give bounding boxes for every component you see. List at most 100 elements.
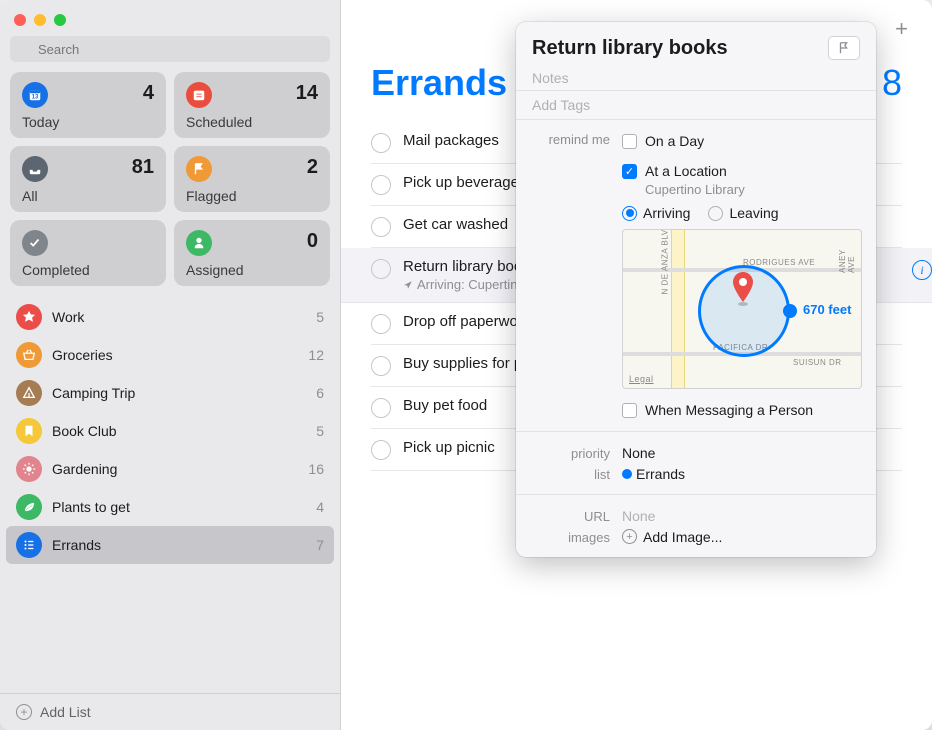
priority-value[interactable]: None [622, 445, 860, 461]
geofence-map[interactable]: N DE ANZA BLVD RODRIGUES AVE PACIFICA DR… [622, 229, 862, 389]
list-label: Camping Trip [52, 385, 306, 401]
url-images-section: URL None images + Add Image... [516, 494, 876, 557]
remind-me-label: remind me [532, 130, 610, 147]
leaving-option[interactable]: Leaving [708, 205, 778, 221]
sun-icon [16, 456, 42, 482]
tent-icon [16, 380, 42, 406]
checkmark-icon [22, 230, 48, 256]
app-window: 13 4 Today 14 Scheduled [0, 0, 932, 730]
list-count: 5 [316, 309, 324, 325]
minimize-button[interactable] [34, 14, 46, 26]
map-pin-icon [731, 272, 755, 308]
complete-toggle[interactable] [371, 133, 391, 153]
smart-assigned[interactable]: 0 Assigned [174, 220, 330, 286]
street-label: SUISUN DR [793, 358, 842, 367]
info-button[interactable]: i [912, 260, 932, 280]
complete-toggle[interactable] [371, 398, 391, 418]
add-image-button[interactable]: + Add Image... [622, 529, 860, 545]
when-messaging-checkbox[interactable] [622, 403, 637, 418]
on-a-day-checkbox[interactable] [622, 134, 637, 149]
bookmark-icon [16, 418, 42, 444]
list-label: Work [52, 309, 306, 325]
remind-me-section: remind me On a Day ✓ At a Location Cuper… [516, 119, 876, 431]
list-count: 4 [316, 499, 324, 515]
smart-scheduled[interactable]: 14 Scheduled [174, 72, 330, 138]
complete-toggle[interactable] [371, 217, 391, 237]
smart-label: All [22, 188, 154, 204]
page-count: 8 [882, 62, 902, 104]
geofence-radius-handle[interactable] [783, 304, 797, 318]
smart-label: Assigned [186, 262, 318, 278]
list-count: 12 [308, 347, 324, 363]
list-item-errands[interactable]: Errands 7 [6, 526, 334, 564]
at-location-checkbox[interactable]: ✓ [622, 164, 637, 179]
complete-toggle[interactable] [371, 314, 391, 334]
at-location-row[interactable]: ✓ At a Location [622, 160, 862, 182]
plus-icon: + [16, 704, 32, 720]
smart-today[interactable]: 13 4 Today [10, 72, 166, 138]
star-icon [16, 304, 42, 330]
close-button[interactable] [14, 14, 26, 26]
list-count: 5 [316, 423, 324, 439]
add-list-label: Add List [40, 704, 91, 720]
list-item-bookclub[interactable]: Book Club 5 [6, 412, 334, 450]
smart-flagged[interactable]: 2 Flagged [174, 146, 330, 212]
new-reminder-button[interactable]: + [895, 16, 908, 42]
list-item-groceries[interactable]: Groceries 12 [6, 336, 334, 374]
complete-toggle[interactable] [371, 175, 391, 195]
list-item-gardening[interactable]: Gardening 16 [6, 450, 334, 488]
popover-title: Return library books [532, 37, 728, 60]
when-messaging-row[interactable]: When Messaging a Person [622, 399, 862, 421]
popover-header: Return library books [516, 22, 876, 66]
url-label: URL [532, 507, 610, 524]
on-a-day-row[interactable]: On a Day [622, 130, 862, 152]
complete-toggle[interactable] [371, 356, 391, 376]
complete-toggle[interactable] [371, 259, 391, 279]
tags-field[interactable]: Add Tags [532, 97, 860, 113]
svg-text:13: 13 [32, 94, 39, 101]
list-label: Groceries [52, 347, 298, 363]
list-selector[interactable]: Errands [622, 466, 860, 482]
flag-button[interactable] [828, 36, 860, 60]
smart-all[interactable]: 81 All [10, 146, 166, 212]
priority-label: priority [532, 444, 610, 461]
list-icon [16, 532, 42, 558]
arrive-leave-radios: Arriving Leaving [622, 205, 862, 221]
smart-count: 2 [307, 156, 318, 179]
url-value[interactable]: None [622, 508, 860, 524]
arriving-radio[interactable] [622, 206, 637, 221]
maximize-button[interactable] [54, 14, 66, 26]
at-location-label: At a Location [645, 163, 727, 179]
smart-label: Flagged [186, 188, 318, 204]
smart-label: Completed [22, 262, 154, 278]
location-name: Cupertino Library [645, 182, 862, 197]
smart-label: Scheduled [186, 114, 318, 130]
sidebar: 13 4 Today 14 Scheduled [0, 0, 341, 730]
smart-completed[interactable]: Completed [10, 220, 166, 286]
location-arrow-icon [403, 280, 413, 290]
search-container [0, 36, 340, 72]
list-item-plants[interactable]: Plants to get 4 [6, 488, 334, 526]
flag-icon [186, 156, 212, 182]
basket-icon [16, 342, 42, 368]
on-a-day-label: On a Day [645, 133, 704, 149]
list-item-camping[interactable]: Camping Trip 6 [6, 374, 334, 412]
reminder-details-popover: Return library books Notes Add Tags remi… [516, 22, 876, 557]
window-controls [0, 0, 340, 36]
list-color-dot [622, 469, 632, 479]
leaving-radio[interactable] [708, 206, 723, 221]
search-input[interactable] [10, 36, 330, 62]
list-item-work[interactable]: Work 5 [6, 298, 334, 336]
page-title: Errands [371, 62, 507, 104]
list-label: Plants to get [52, 499, 306, 515]
smart-count: 81 [132, 156, 154, 179]
notes-field[interactable]: Notes [516, 66, 876, 90]
arriving-option[interactable]: Arriving [622, 205, 690, 221]
priority-list-section: priority None list Errands [516, 431, 876, 494]
complete-toggle[interactable] [371, 440, 391, 460]
person-icon [186, 230, 212, 256]
smart-count: 14 [296, 82, 318, 105]
plus-icon: + [622, 529, 637, 544]
add-list-button[interactable]: + Add List [0, 693, 340, 730]
map-legal-link[interactable]: Legal [629, 374, 654, 384]
